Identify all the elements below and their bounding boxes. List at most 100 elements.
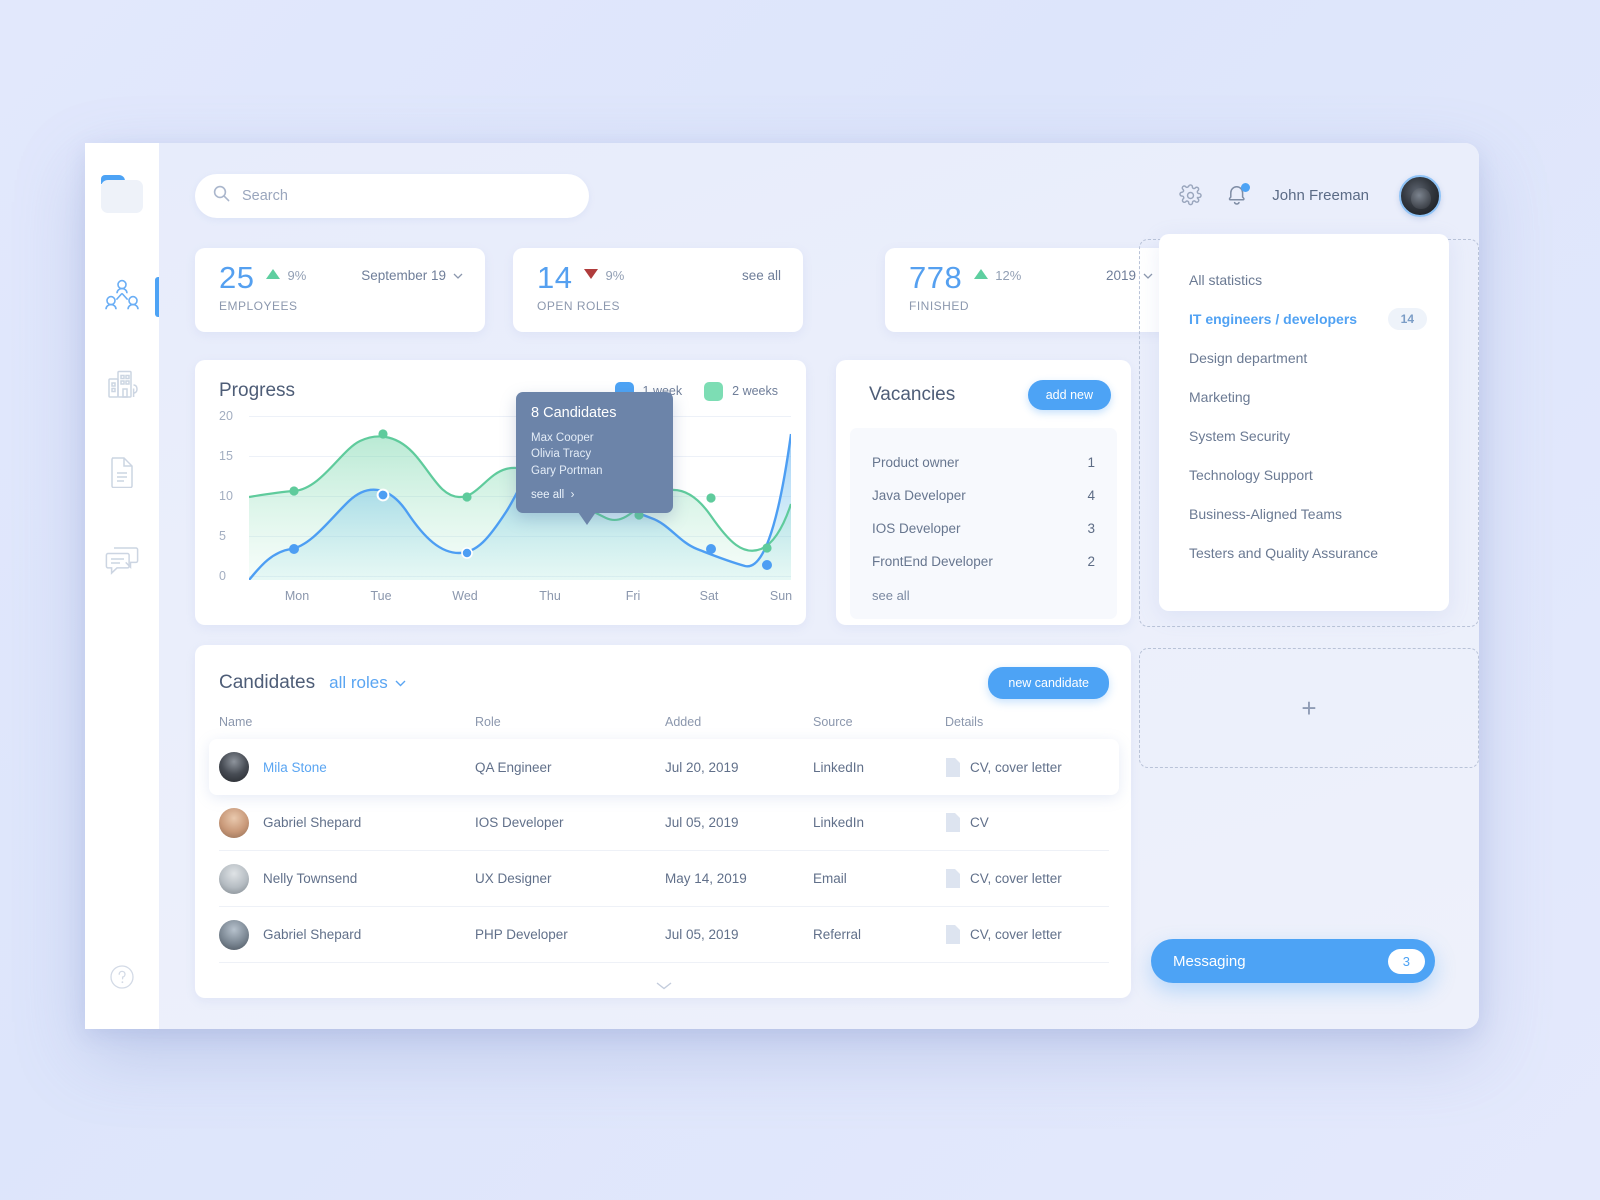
x-tick: Thu [539,589,561,603]
y-tick: 15 [219,449,233,463]
chevron-down-icon [656,982,672,990]
stat-filter-system-security[interactable]: System Security [1159,416,1449,455]
stat-card-open-roles[interactable]: 14 9% see all OPEN ROLES [513,248,803,332]
stat-filter-it-engineers[interactable]: IT engineers / developers 14 [1159,299,1449,338]
stat-date-dropdown[interactable]: September 19 [361,268,463,283]
stat-filter-label: Marketing [1189,388,1251,405]
stat-card-finished[interactable]: 778 12% 2019 FINISHED [885,248,1175,332]
data-point[interactable] [762,543,772,553]
stat-value: 14 [537,260,573,295]
candidate-details: CV, cover letter [970,759,1062,775]
x-tick: Sun [769,589,793,603]
sidebar [85,143,159,1029]
vacancy-row[interactable]: Java Developer 4 [872,479,1095,512]
stat-filter-all[interactable]: All statistics [1159,260,1449,299]
roles-filter-label: all roles [329,673,388,692]
trend-up-icon [266,269,281,279]
table-row[interactable]: Gabriel Shepard PHP Developer Jul 05, 20… [219,907,1109,963]
roles-filter-dropdown[interactable]: all roles [329,673,406,693]
stat-label: OPEN ROLES [537,299,621,314]
add-widget-slot[interactable]: + [1139,648,1479,768]
candidate-source: Email [813,871,847,886]
avatar [219,863,249,894]
vacancy-row[interactable]: FrontEnd Developer 2 [872,545,1095,578]
vacancy-role: IOS Developer [872,521,961,536]
vacancies-title: Vacancies [869,384,956,405]
document-icon [946,925,960,944]
stat-filter-testers-qa[interactable]: Testers and Quality Assurance [1159,533,1449,572]
new-candidate-button[interactable]: new candidate [988,667,1109,699]
column-header-added: Added [665,715,702,729]
app-logo[interactable] [101,175,143,213]
y-tick: 20 [219,409,233,423]
stat-action-label: September 19 [361,268,446,283]
data-point[interactable] [706,544,716,554]
vacancy-row[interactable]: Product owner 1 [872,446,1095,479]
sidebar-item-company[interactable] [85,353,159,415]
vacancies-see-all-link[interactable]: see all [872,578,1095,603]
sidebar-item-documents[interactable] [85,441,159,503]
column-header-name: Name [219,715,253,729]
vacancy-count: 1 [1087,455,1095,470]
stat-filter-label: Business-Aligned Teams [1189,505,1343,522]
tooltip-candidate: Olivia Tracy [531,448,592,461]
tooltip-candidate: Max Cooper [531,432,594,444]
stat-filter-business-aligned[interactable]: Business-Aligned Teams [1159,494,1449,533]
candidate-details: CV, cover letter [970,927,1062,942]
data-point[interactable] [762,560,772,570]
avatar [219,807,249,838]
vacancy-count: 4 [1087,488,1095,503]
stat-filter-marketing[interactable]: Marketing [1159,377,1449,416]
vacancies-card: Vacancies add new Product owner 1 Java D… [836,360,1131,625]
table-row[interactable]: Gabriel Shepard IOS Developer Jul 05, 20… [219,795,1109,851]
vacancies-header: Vacancies add new [836,380,1131,410]
stat-see-all-link[interactable]: see all [742,268,781,283]
sidebar-item-messages[interactable] [85,529,159,591]
documents-icon [108,456,136,488]
stat-filter-badge: 14 [1387,307,1427,330]
tooltip-see-all-link[interactable]: see all › [531,489,658,501]
sidebar-item-team[interactable] [85,265,159,327]
legend-label: 2 weeks [732,384,778,398]
data-point[interactable] [289,544,299,554]
vacancy-count: 2 [1087,554,1095,569]
tooltip-candidate: Gary Portman [531,464,603,477]
stat-value: 25 [219,260,255,295]
search-input[interactable] [242,187,571,204]
candidate-name: Gabriel Shepard [263,815,362,830]
stat-filter-design[interactable]: Design department [1159,338,1449,377]
vacancy-row[interactable]: IOS Developer 3 [872,512,1095,545]
search-box[interactable] [195,173,589,218]
candidates-header: Candidates all roles new candidate [195,667,1131,699]
vacancy-role: FrontEnd Developer [872,554,993,569]
plus-icon[interactable]: + [1301,695,1316,721]
y-tick: 10 [219,489,233,503]
candidate-role: IOS Developer [475,815,564,830]
x-tick: Wed [452,589,478,603]
data-point[interactable] [378,429,388,439]
legend-item-2weeks[interactable]: 2 weeks [704,381,778,401]
x-tick: Fri [625,589,641,603]
help-button[interactable] [109,964,135,995]
data-point[interactable] [376,488,390,502]
data-point[interactable] [289,486,299,496]
chevron-down-icon [395,680,406,686]
main-content: John Freeman 25 9% September 19 EMPLOYEE… [159,143,1479,1029]
progress-chart-card: Progress 1 week 2 weeks 20 15 10 5 0 Mon… [195,360,806,625]
vacancy-role: Product owner [872,455,960,470]
data-point[interactable] [461,547,473,559]
trend-down-icon [584,269,599,279]
stat-card-employees[interactable]: 25 9% September 19 EMPLOYEES [195,248,485,332]
stat-filter-technology-support[interactable]: Technology Support [1159,455,1449,494]
chart-tooltip: 8 Candidates Max Cooper Olivia Tracy Gar… [516,392,673,525]
app-window: John Freeman 25 9% September 19 EMPLOYEE… [85,143,1479,1029]
data-point[interactable] [462,492,472,502]
expand-candidates-button[interactable] [219,963,1109,995]
messaging-button[interactable]: Messaging 3 [1151,939,1435,983]
candidate-role: PHP Developer [475,927,568,942]
table-row[interactable]: Nelly Townsend UX Designer May 14, 2019 … [219,851,1109,907]
add-new-vacancy-button[interactable]: add new [1027,380,1111,410]
table-row[interactable]: Mila Stone QA Engineer Jul 20, 2019 Link… [209,739,1119,795]
data-point[interactable] [706,493,716,503]
help-icon [110,965,134,989]
